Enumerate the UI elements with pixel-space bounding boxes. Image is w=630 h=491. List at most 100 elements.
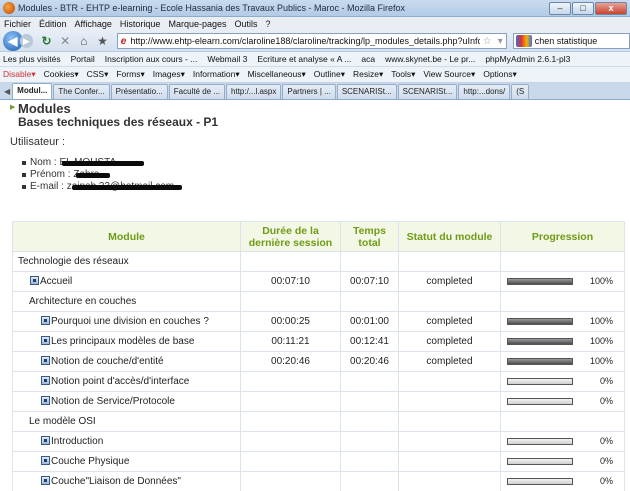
home-icon[interactable]: ⌂ xyxy=(76,34,91,49)
web-developer-toolbar: Disable▾ Cookies▾ CSS▾ Forms▾ Images▾ In… xyxy=(0,67,630,83)
module-link[interactable]: Couche"Liaison de Données" xyxy=(51,476,181,487)
bookmark-item[interactable]: Inscription aux cours - ... xyxy=(105,54,198,64)
tab-item[interactable]: SCENARISt... xyxy=(336,84,397,99)
close-button[interactable]: x xyxy=(595,1,627,15)
menu-affichage[interactable]: Affichage xyxy=(75,19,112,29)
module-link[interactable]: Couche Physique xyxy=(51,456,129,467)
module-link[interactable]: Pourquoi une division en couches ? xyxy=(51,316,209,327)
module-link[interactable]: Notion de Service/Protocole xyxy=(51,396,175,407)
status-cell xyxy=(398,391,501,412)
reload-icon[interactable]: ↻ xyxy=(39,34,54,49)
module-link[interactable]: Notion point d'accès/d'interface xyxy=(51,376,189,387)
bookmark-item[interactable]: Les plus visités xyxy=(3,54,61,64)
module-icon xyxy=(41,356,50,365)
empty-cell xyxy=(240,411,341,432)
progress-bar xyxy=(507,477,573,485)
module-cell: Notion point d'accès/d'interface xyxy=(12,371,241,392)
tab-item[interactable]: http:...dons/ xyxy=(458,84,511,99)
menu-marque-pages[interactable]: Marque-pages xyxy=(168,19,226,29)
progress-bar xyxy=(507,337,573,345)
tab-item[interactable]: SCENARISt... xyxy=(397,84,458,99)
tab-item[interactable]: (S xyxy=(511,84,530,99)
progress-bar xyxy=(507,277,573,285)
bookmark-item[interactable]: aca xyxy=(361,54,375,64)
bookmark-item[interactable]: Ecriture et analyse « A ... xyxy=(257,54,351,64)
menu-outils[interactable]: Outils xyxy=(235,19,258,29)
dev-menu-tools[interactable]: Tools▾ xyxy=(391,69,415,80)
bookmarks-bar: Les plus visités Portail Inscription aux… xyxy=(0,52,630,67)
tab-item[interactable]: Présentatio... xyxy=(110,84,168,99)
menu-fichier[interactable]: Fichier xyxy=(4,19,31,29)
table-row: Notion de couche/d'entité 00:20:46 00:20:4… xyxy=(12,351,625,372)
star-icon[interactable]: ☆ xyxy=(483,36,492,47)
tab-item[interactable]: http:/...l.aspx xyxy=(226,84,282,99)
total-time-cell xyxy=(340,371,399,392)
url-bar[interactable]: e http://www.ehtp-elearn.com/claroline18… xyxy=(116,33,507,49)
last-session-cell xyxy=(240,391,341,412)
tab-item[interactable]: The Confer... xyxy=(53,84,110,99)
stop-icon[interactable]: ✕ xyxy=(58,34,73,49)
dev-menu-view-source[interactable]: View Source▾ xyxy=(423,69,475,80)
dev-menu-options[interactable]: Options▾ xyxy=(483,69,517,80)
empty-cell xyxy=(500,411,625,432)
header-module: Module xyxy=(12,221,241,252)
module-link[interactable]: Accueil xyxy=(40,276,72,287)
forward-button[interactable]: ▶ xyxy=(19,34,34,48)
module-cell: Pourquoi une division en couches ? xyxy=(12,311,241,332)
redaction-mark xyxy=(62,161,144,166)
bookmark-item[interactable]: phpMyAdmin 2.6.1-pl3 xyxy=(485,54,570,64)
empty-cell xyxy=(340,251,399,272)
module-cell: Accueil xyxy=(12,271,241,292)
bookmark-item[interactable]: Portail xyxy=(71,54,95,64)
progress-percent: 100% xyxy=(589,356,613,367)
progress-cell: 100% xyxy=(500,311,625,332)
dev-menu-cookies[interactable]: Cookies▾ xyxy=(44,69,79,80)
menu-help[interactable]: ? xyxy=(266,19,271,29)
menu-historique[interactable]: Historique xyxy=(120,19,161,29)
dev-menu-disable[interactable]: Disable▾ xyxy=(3,69,36,80)
module-link[interactable]: Introduction xyxy=(51,436,103,447)
dev-menu-information[interactable]: Information▾ xyxy=(193,69,240,80)
dev-menu-forms[interactable]: Forms▾ xyxy=(116,69,144,80)
search-text: chen statistique xyxy=(534,36,598,46)
progress-bar xyxy=(507,357,573,365)
total-time-cell: 00:12:41 xyxy=(340,331,399,352)
bookmark-item[interactable]: www.skynet.be - Le pr... xyxy=(385,54,475,64)
status-cell: completed xyxy=(398,271,501,292)
total-time-cell xyxy=(340,431,399,452)
search-box[interactable]: chen statistique xyxy=(512,33,630,49)
progress-cell: 0% xyxy=(500,431,625,452)
header-total-time: Temps total xyxy=(340,221,399,252)
url-text: http://www.ehtp-elearn.com/claroline188/… xyxy=(130,36,480,46)
module-link[interactable]: Les principaux modèles de base xyxy=(51,336,194,347)
maximize-button[interactable]: □ xyxy=(572,1,594,15)
redaction-mark xyxy=(72,185,182,190)
bookmark-item[interactable]: Webmail 3 xyxy=(207,54,247,64)
dev-menu-css[interactable]: CSS▾ xyxy=(87,69,109,80)
empty-cell xyxy=(240,251,341,272)
search-engine-icon[interactable] xyxy=(515,35,532,47)
module-cell: Les principaux modèles de base xyxy=(12,331,241,352)
minimize-button[interactable]: – xyxy=(549,1,571,15)
last-session-cell: 00:20:46 xyxy=(240,351,341,372)
dev-menu-resize[interactable]: Resize▾ xyxy=(353,69,383,80)
dev-menu-images[interactable]: Images▾ xyxy=(153,69,185,80)
firefox-icon xyxy=(3,2,15,14)
progress-cell: 0% xyxy=(500,451,625,472)
tab-modules[interactable]: Modul... xyxy=(12,83,53,99)
dev-menu-miscellaneous[interactable]: Miscellaneous▾ xyxy=(248,69,306,80)
dev-menu-outline[interactable]: Outline▾ xyxy=(314,69,345,80)
tab-scroll-left-icon[interactable]: ◀ xyxy=(4,85,10,99)
dropdown-icon[interactable]: ▾ xyxy=(498,36,503,47)
section-title: Architecture en couches xyxy=(12,291,241,312)
page-content: ▶ Modules Bases techniques des réseaux -… xyxy=(0,100,630,491)
bookmark-add-icon[interactable]: ★ xyxy=(95,34,110,49)
table-row: Pourquoi une division en couches ? 00:00:… xyxy=(12,311,625,332)
tab-item[interactable]: Partners | ... xyxy=(282,84,336,99)
progress-fill xyxy=(508,278,572,284)
tab-item[interactable]: Faculté de ... xyxy=(168,84,226,99)
menu-edition[interactable]: Édition xyxy=(39,19,67,29)
table-row: Notion point d'accès/d'interface 0% xyxy=(12,371,625,392)
module-link[interactable]: Notion de couche/d'entité xyxy=(51,356,164,367)
course-title: Bases techniques des réseaux - P1 xyxy=(18,115,219,129)
